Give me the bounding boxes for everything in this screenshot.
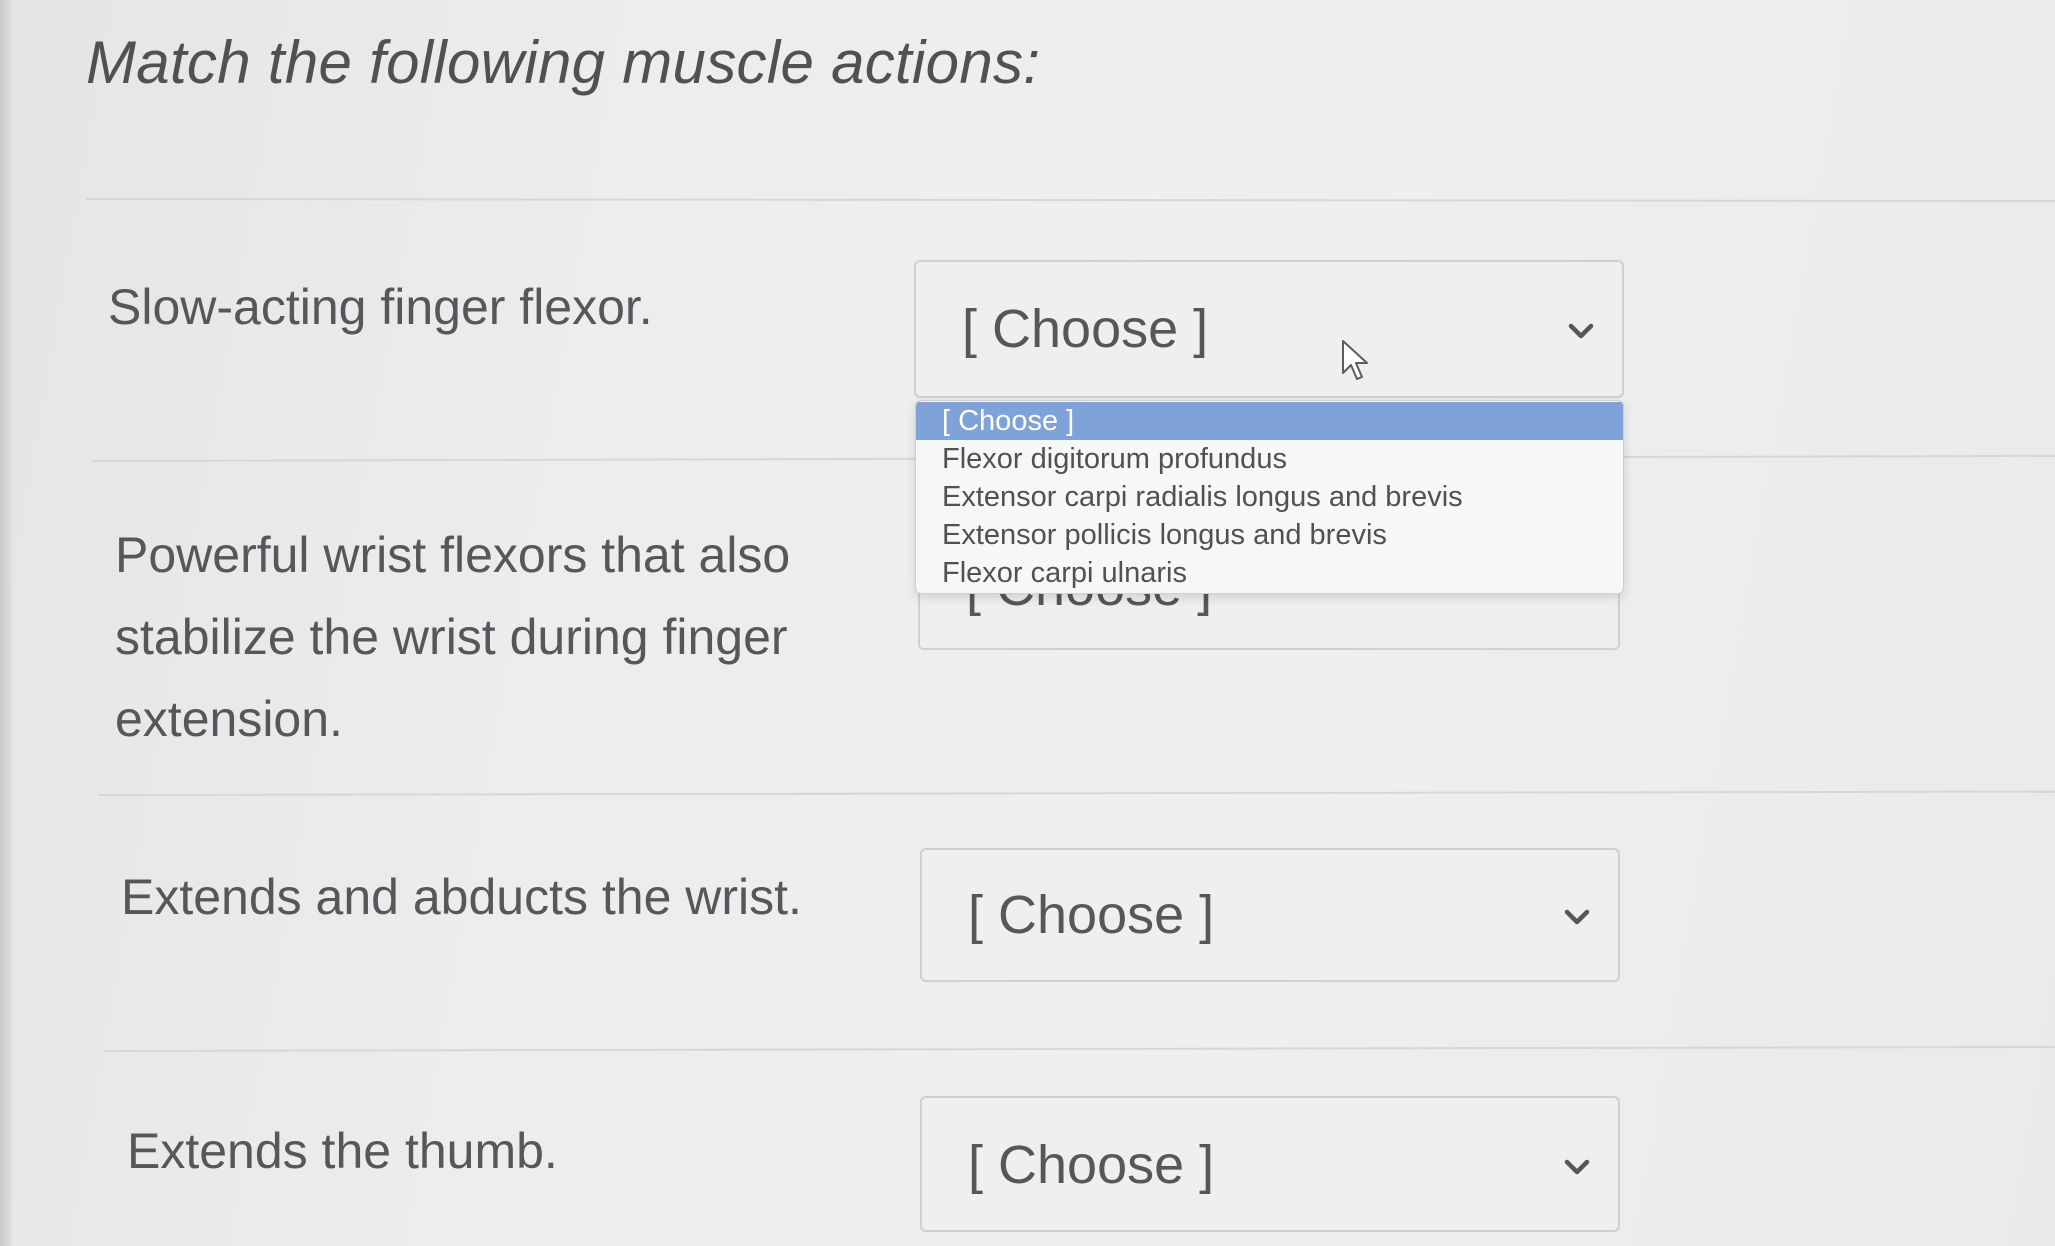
prompt-line: Extends the thumb. — [127, 1123, 558, 1179]
prompt-line: Powerful wrist flexors that also — [115, 527, 791, 583]
chevron-down-icon — [1564, 1159, 1590, 1175]
select-value: [ Choose ] — [968, 1135, 1215, 1195]
dropdown-option-extensor-carpi-radialis[interactable]: Extensor carpi radialis longus and brevi… — [916, 478, 1623, 516]
dropdown-option-choose[interactable]: [ Choose ] — [916, 402, 1623, 440]
screen-left-edge — [0, 0, 12, 1246]
prompt-line: Slow-acting finger flexor. — [108, 279, 653, 335]
answer-select[interactable]: [ Choose ] — [914, 260, 1624, 398]
divider — [103, 1045, 2055, 1052]
divider — [85, 198, 2055, 203]
prompt-line: extension. — [115, 691, 343, 747]
select-value: [ Choose ] — [962, 299, 1209, 359]
match-prompt: Extends and abducts the wrist. — [121, 856, 802, 938]
chevron-down-icon — [1564, 909, 1590, 925]
select-value: [ Choose ] — [968, 885, 1215, 945]
dropdown-option-flexor-carpi-ulnaris[interactable]: Flexor carpi ulnaris — [916, 554, 1623, 592]
dropdown-list: [ Choose ] Flexor digitorum profundus Ex… — [915, 400, 1624, 594]
dropdown-option-extensor-pollicis[interactable]: Extensor pollicis longus and brevis — [916, 516, 1623, 554]
chevron-down-icon — [1568, 323, 1594, 339]
match-prompt: Powerful wrist flexors that also stabili… — [115, 514, 790, 760]
prompt-line: stabilize the wrist during finger — [115, 609, 788, 665]
dropdown-option-flexor-digitorum-profundus[interactable]: Flexor digitorum profundus — [916, 440, 1623, 478]
prompt-line: Extends and abducts the wrist. — [121, 869, 802, 925]
divider — [97, 790, 2055, 796]
match-prompt: Slow-acting finger flexor. — [108, 266, 653, 348]
question-title: Match the following muscle actions: — [86, 29, 1041, 96]
match-prompt: Extends the thumb. — [127, 1110, 558, 1192]
answer-select[interactable]: [ Choose ] — [920, 848, 1620, 982]
answer-select[interactable]: [ Choose ] — [920, 1096, 1620, 1232]
mouse-pointer-icon — [1342, 340, 1368, 380]
